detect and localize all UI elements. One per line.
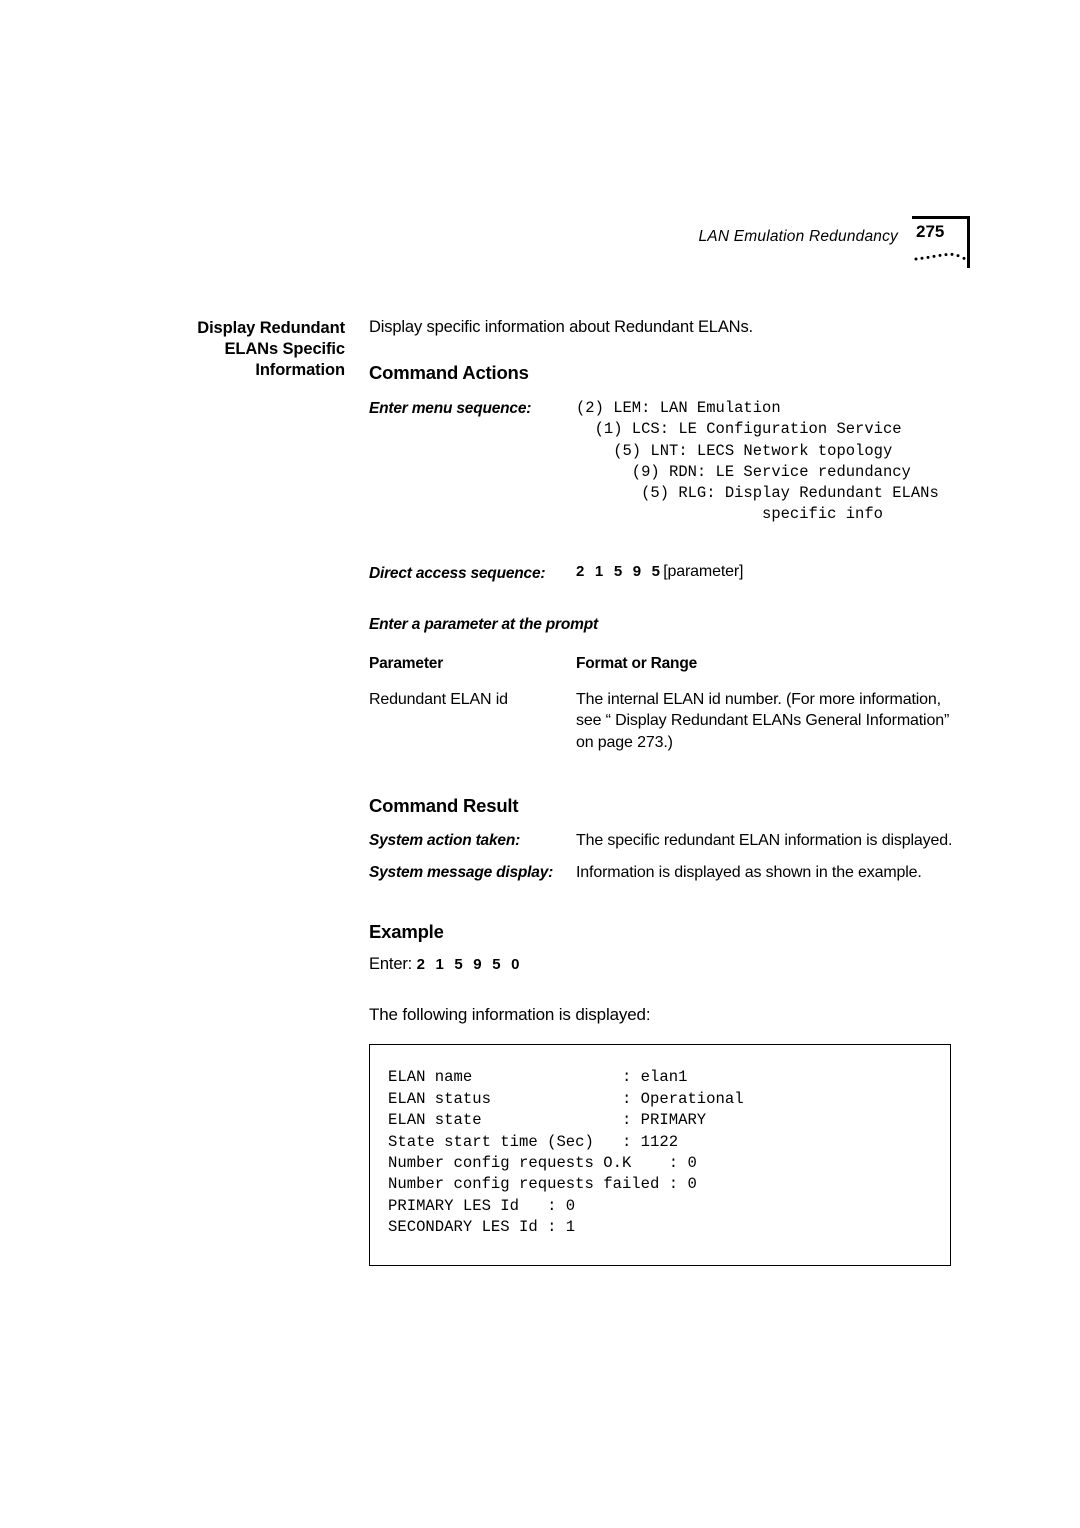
system-message-value: Information is displayed as shown in the… — [576, 864, 922, 882]
system-message-row: System message display: Information is d… — [369, 862, 969, 883]
system-message-label: System message display: — [369, 864, 554, 882]
menu-sequence-row: Enter menu sequence: (2) LEM: LAN Emulat… — [369, 398, 969, 526]
direct-access-label: Direct access sequence: — [369, 564, 546, 582]
enter-prefix: Enter: — [369, 955, 413, 974]
menu-sequence-value: (2) LEM: LAN Emulation (1) LCS: LE Confi… — [576, 398, 939, 526]
direct-access-row: Direct access sequence: 2 1 5 9 5[parame… — [369, 563, 969, 584]
header-dotted-wave-icon — [914, 252, 966, 261]
intro-paragraph: Display specific information about Redun… — [369, 318, 753, 336]
page-header: LAN Emulation Redundancy 275 — [0, 216, 1080, 288]
menu-seq-line-3: (9) RDN: LE Service redundancy — [576, 462, 911, 481]
system-action-label: System action taken: — [369, 832, 521, 850]
parameter-table: Parameter Format or Range Redundant ELAN… — [369, 655, 955, 754]
command-actions-heading: Command Actions — [369, 362, 529, 383]
enter-digits: 2 1 5 9 5 0 — [416, 956, 523, 974]
body-column: Display specific information about Redun… — [369, 316, 969, 1266]
margin-heading-line-3: Information — [255, 361, 345, 379]
header-rule-top — [912, 216, 969, 219]
parameter-table-head: Parameter Format or Range — [369, 655, 955, 689]
column-header-parameter: Parameter — [369, 654, 444, 672]
system-action-value: The specific redundant ELAN information … — [576, 832, 953, 850]
direct-access-value: 2 1 5 9 5[parameter] — [576, 562, 744, 581]
example-heading: Example — [369, 921, 444, 943]
menu-seq-line-5: specific info — [576, 505, 883, 524]
system-action-row: System action taken: The specific redund… — [369, 830, 969, 851]
table-header-row: Parameter Format or Range — [369, 655, 955, 689]
running-header-title: LAN Emulation Redundancy — [698, 228, 898, 245]
command-output-box: ELAN name : elan1 ELAN status : Operatio… — [369, 1044, 951, 1266]
example-enter-line: Enter: 2 1 5 9 5 0 — [369, 955, 969, 974]
menu-seq-line-0: (2) LEM: LAN Emulation — [576, 399, 781, 417]
direct-access-parameter: [parameter] — [663, 562, 744, 580]
command-output-text: ELAN name : elan1 ELAN status : Operatio… — [388, 1068, 744, 1237]
page-number: 275 — [916, 222, 945, 241]
cell-format-or-range: The internal ELAN id number. (For more i… — [576, 690, 950, 751]
direct-access-digits: 2 1 5 9 5 — [576, 562, 664, 580]
command-result-heading: Command Result — [369, 795, 519, 817]
column-header-format-or-range: Format or Range — [576, 654, 698, 672]
menu-seq-line-1: (1) LCS: LE Configuration Service — [576, 420, 902, 439]
table-row: Redundant ELAN id The internal ELAN id n… — [369, 689, 955, 754]
parameter-table-body: Redundant ELAN id The internal ELAN id n… — [369, 689, 955, 754]
menu-seq-line-4: (5) RLG: Display Redundant ELANs — [576, 484, 939, 503]
following-information-line: The following information is displayed: — [369, 1005, 651, 1025]
cell-parameter-name: Redundant ELAN id — [369, 690, 508, 708]
page-number-box: 275 — [912, 216, 970, 268]
section-margin-heading: Display Redundant ELANs Specific Informa… — [120, 318, 345, 381]
margin-heading-line-1: Display Redundant — [197, 319, 345, 337]
menu-sequence-label: Enter menu sequence: — [369, 400, 532, 417]
menu-seq-line-2: (5) LNT: LECS Network topology — [576, 441, 893, 460]
enter-parameter-heading: Enter a parameter at the prompt — [369, 615, 598, 633]
margin-heading-line-2: ELANs Specific — [224, 340, 345, 358]
